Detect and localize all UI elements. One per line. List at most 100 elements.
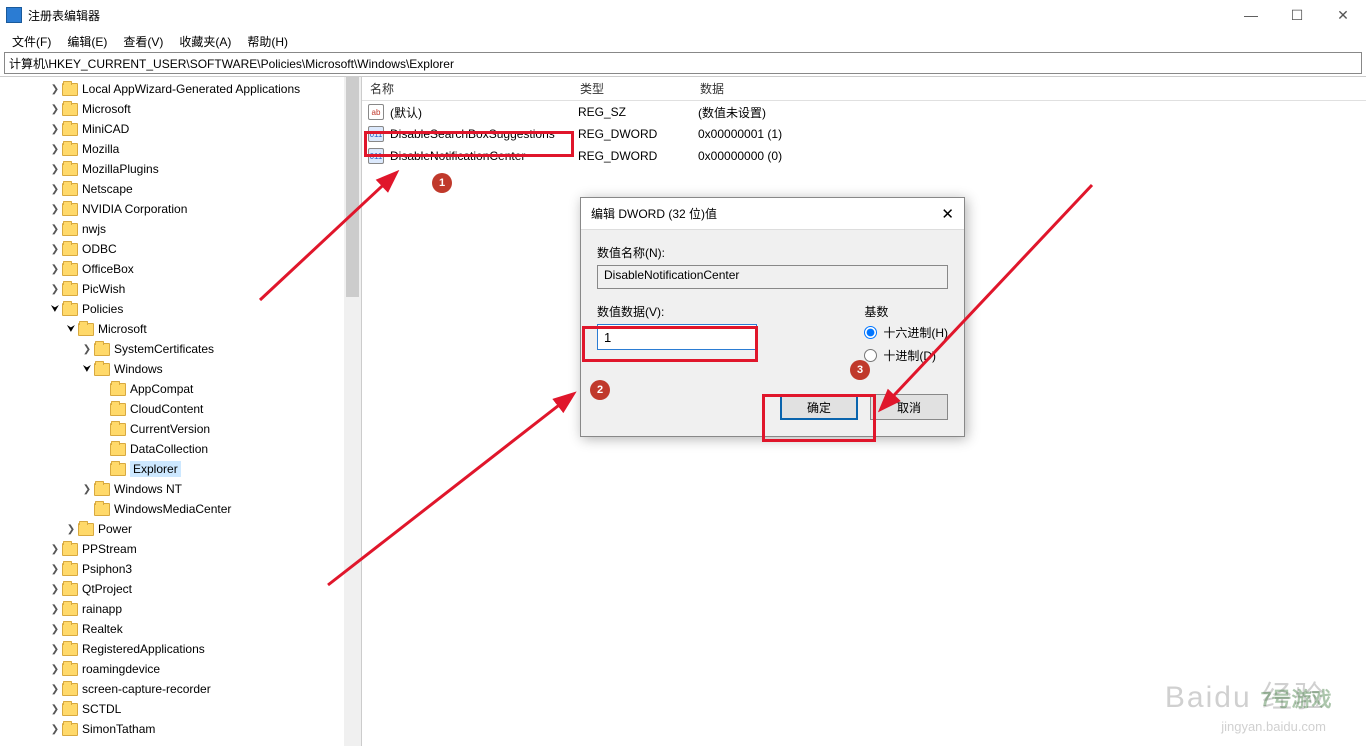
header-name[interactable]: 名称	[362, 76, 572, 101]
tree-node[interactable]: ❯Netscape	[0, 179, 361, 199]
chevron-right-icon[interactable]: ❯	[48, 284, 62, 295]
chevron-right-icon[interactable]: ❯	[80, 344, 94, 355]
scroll-thumb[interactable]	[346, 77, 359, 297]
folder-icon	[62, 703, 78, 716]
chevron-right-icon[interactable]: ❯	[48, 584, 62, 595]
address-bar[interactable]: 计算机\HKEY_CURRENT_USER\SOFTWARE\Policies\…	[4, 52, 1362, 74]
radio-hex-input[interactable]	[864, 326, 877, 339]
header-type[interactable]: 类型	[572, 76, 692, 101]
tree-node[interactable]: ❯rainapp	[0, 599, 361, 619]
tree-node-label: Policies	[82, 302, 123, 316]
chevron-right-icon[interactable]: ❯	[48, 604, 62, 615]
tree-node[interactable]: ❯SimonTatham	[0, 719, 361, 739]
chevron-right-icon[interactable]: ❯	[48, 624, 62, 635]
registry-value-row[interactable]: 011DisableNotificationCenterREG_DWORD0x0…	[362, 145, 1366, 167]
chevron-down-icon[interactable]: ⮟	[64, 324, 78, 335]
chevron-right-icon[interactable]: ❯	[48, 704, 62, 715]
chevron-right-icon[interactable]: ❯	[48, 264, 62, 275]
tree-node[interactable]: ❯Windows NT	[0, 479, 361, 499]
value-name-label: 数值名称(N):	[597, 244, 948, 261]
menu-file[interactable]: 文件(F)	[4, 31, 59, 52]
tree-node[interactable]: ❯Local AppWizard-Generated Applications	[0, 79, 361, 99]
chevron-down-icon[interactable]: ⮟	[80, 364, 94, 375]
titlebar: 注册表编辑器 — ☐ ✕	[0, 0, 1366, 30]
tree-node[interactable]: ❯OfficeBox	[0, 259, 361, 279]
chevron-right-icon[interactable]: ❯	[48, 204, 62, 215]
menu-favorites[interactable]: 收藏夹(A)	[171, 31, 239, 52]
chevron-down-icon[interactable]: ⮟	[48, 304, 62, 315]
menu-edit[interactable]: 编辑(E)	[59, 31, 115, 52]
tree-node[interactable]: ❯PicWish	[0, 279, 361, 299]
chevron-right-icon[interactable]: ❯	[48, 644, 62, 655]
menubar: 文件(F) 编辑(E) 查看(V) 收藏夹(A) 帮助(H)	[0, 30, 1366, 52]
tree-node[interactable]: ❯RegisteredApplications	[0, 639, 361, 659]
tree-node[interactable]: CloudContent	[0, 399, 361, 419]
tree-node[interactable]: DataCollection	[0, 439, 361, 459]
chevron-right-icon[interactable]: ❯	[48, 684, 62, 695]
chevron-right-icon[interactable]: ❯	[48, 84, 62, 95]
value-type: REG_SZ	[578, 105, 698, 119]
tree-node[interactable]: ❯MiniCAD	[0, 119, 361, 139]
tree-node[interactable]: ⮟Windows	[0, 359, 361, 379]
tree-node[interactable]: ❯QtProject	[0, 579, 361, 599]
chevron-right-icon[interactable]: ❯	[48, 544, 62, 555]
chevron-right-icon[interactable]: ❯	[48, 104, 62, 115]
value-name: DisableNotificationCenter	[390, 149, 578, 163]
registry-value-row[interactable]: 011DisableSearchBoxSuggestionsREG_DWORD0…	[362, 123, 1366, 145]
tree-node-label: WindowsMediaCenter	[114, 502, 231, 516]
chevron-right-icon[interactable]: ❯	[48, 244, 62, 255]
chevron-right-icon[interactable]: ❯	[48, 664, 62, 675]
menu-view[interactable]: 查看(V)	[115, 31, 171, 52]
chevron-right-icon[interactable]: ❯	[48, 224, 62, 235]
tree-node[interactable]: ❯MozillaPlugins	[0, 159, 361, 179]
value-data-input[interactable]	[597, 324, 757, 350]
tree-node[interactable]: CurrentVersion	[0, 419, 361, 439]
chevron-right-icon[interactable]: ❯	[48, 184, 62, 195]
tree-node[interactable]: Explorer	[0, 459, 361, 479]
ok-button[interactable]: 确定	[780, 394, 858, 420]
chevron-right-icon[interactable]: ❯	[64, 524, 78, 535]
radio-dec[interactable]: 十进制(D)	[864, 347, 948, 364]
tree-node[interactable]: WindowsMediaCenter	[0, 499, 361, 519]
radio-dec-input[interactable]	[864, 349, 877, 362]
chevron-right-icon[interactable]: ❯	[48, 164, 62, 175]
tree-node[interactable]: ❯Power	[0, 519, 361, 539]
chevron-right-icon[interactable]: ❯	[48, 144, 62, 155]
window-controls: — ☐ ✕	[1228, 0, 1366, 30]
chevron-right-icon[interactable]: ❯	[48, 724, 62, 735]
chevron-right-icon[interactable]: ❯	[80, 484, 94, 495]
tree-node[interactable]: ⮟Microsoft	[0, 319, 361, 339]
tree-node[interactable]: ❯Realtek	[0, 619, 361, 639]
radio-hex[interactable]: 十六进制(H)	[864, 324, 948, 341]
tree-node[interactable]: ❯SCTDL	[0, 699, 361, 719]
tree-node[interactable]: ❯screen-capture-recorder	[0, 679, 361, 699]
tree-node[interactable]: ❯Microsoft	[0, 99, 361, 119]
chevron-right-icon[interactable]: ❯	[48, 564, 62, 575]
tree-node[interactable]: ❯PPStream	[0, 539, 361, 559]
folder-icon	[62, 263, 78, 276]
menu-help[interactable]: 帮助(H)	[239, 31, 296, 52]
folder-icon	[62, 723, 78, 736]
tree-node[interactable]: ❯SystemCertificates	[0, 339, 361, 359]
chevron-right-icon[interactable]: ❯	[48, 124, 62, 135]
tree-node[interactable]: ❯Psiphon3	[0, 559, 361, 579]
registry-value-row[interactable]: ab(默认)REG_SZ(数值未设置)	[362, 101, 1366, 123]
close-button[interactable]: ✕	[1320, 0, 1366, 30]
header-data[interactable]: 数据	[692, 76, 1366, 101]
tree-node-label: nwjs	[82, 222, 106, 236]
tree-scrollbar[interactable]	[344, 77, 361, 746]
tree-node[interactable]: ⮟ Policies	[0, 299, 361, 319]
tree-node-label: DataCollection	[130, 442, 208, 456]
maximize-button[interactable]: ☐	[1274, 0, 1320, 30]
tree-node[interactable]: ❯ nwjs	[0, 219, 361, 239]
tree-node[interactable]: ❯roamingdevice	[0, 659, 361, 679]
tree-node[interactable]: AppCompat	[0, 379, 361, 399]
cancel-button[interactable]: 取消	[870, 394, 948, 420]
dialog-close-button[interactable]: ✕	[941, 205, 954, 223]
tree-node[interactable]: ❯NVIDIA Corporation	[0, 199, 361, 219]
tree-node[interactable]: ❯ODBC	[0, 239, 361, 259]
edit-dword-dialog: 编辑 DWORD (32 位)值 ✕ 数值名称(N): DisableNotif…	[580, 197, 965, 437]
registry-tree[interactable]: ❯Local AppWizard-Generated Applications❯…	[0, 77, 361, 739]
minimize-button[interactable]: —	[1228, 0, 1274, 30]
tree-node[interactable]: ❯Mozilla	[0, 139, 361, 159]
